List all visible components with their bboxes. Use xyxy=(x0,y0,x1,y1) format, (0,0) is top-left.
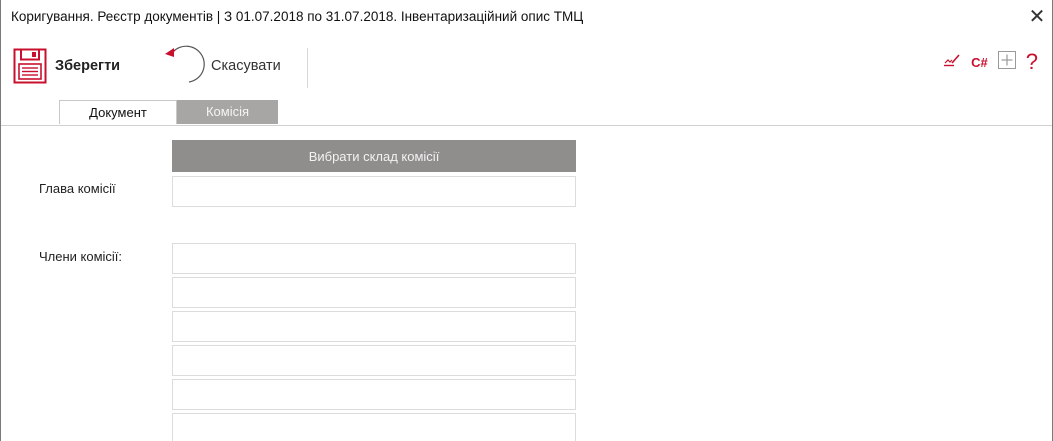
undo-arrow-icon xyxy=(161,44,207,89)
plus-box-icon xyxy=(997,50,1016,74)
document-edit-window: Коригування. Реєстр документів | З 01.07… xyxy=(0,0,1053,441)
cancel-button[interactable]: Скасувати xyxy=(161,44,301,89)
csharp-script-button[interactable]: C# xyxy=(971,55,988,70)
commission-panel: Вибрати склад комісії Глава комісії Член… xyxy=(1,126,1052,441)
close-button[interactable]: ✕ xyxy=(1026,6,1048,28)
save-button[interactable]: Зберегти xyxy=(13,46,153,86)
commission-head-input[interactable] xyxy=(172,176,576,207)
select-commission-button[interactable]: Вибрати склад комісії xyxy=(172,140,576,172)
tab-document[interactable]: Документ xyxy=(59,100,177,124)
toolbar: Зберегти Скасувати C# ? xyxy=(1,38,1052,96)
tab-commission[interactable]: Комісія xyxy=(177,100,278,124)
commission-members-label: Члени комісії: xyxy=(39,249,123,264)
title-bar: Коригування. Реєстр документів | З 01.07… xyxy=(1,0,1052,38)
commission-member-input-1[interactable] xyxy=(172,243,576,274)
floppy-disk-icon xyxy=(13,48,47,84)
commission-member-input-4[interactable] xyxy=(172,345,576,376)
help-button[interactable]: ? xyxy=(1026,51,1038,73)
commission-member-input-3[interactable] xyxy=(172,311,576,342)
commission-member-input-2[interactable] xyxy=(172,277,576,308)
window-title: Коригування. Реєстр документів | З 01.07… xyxy=(11,9,584,24)
toolbar-separator xyxy=(307,48,308,88)
signature-button[interactable] xyxy=(943,53,961,72)
commission-head-label: Глава комісії xyxy=(39,181,116,196)
commission-member-input-5[interactable] xyxy=(172,379,576,410)
tab-bar: Документ Комісія xyxy=(1,100,1052,126)
add-button[interactable] xyxy=(997,50,1016,74)
cancel-button-label: Скасувати xyxy=(211,58,281,74)
commission-member-input-6[interactable] xyxy=(172,413,576,441)
toolbar-right-tools: C# ? xyxy=(933,50,1038,74)
close-icon: ✕ xyxy=(1028,6,1046,28)
signature-icon xyxy=(943,53,961,72)
save-button-label: Зберегти xyxy=(55,58,121,74)
